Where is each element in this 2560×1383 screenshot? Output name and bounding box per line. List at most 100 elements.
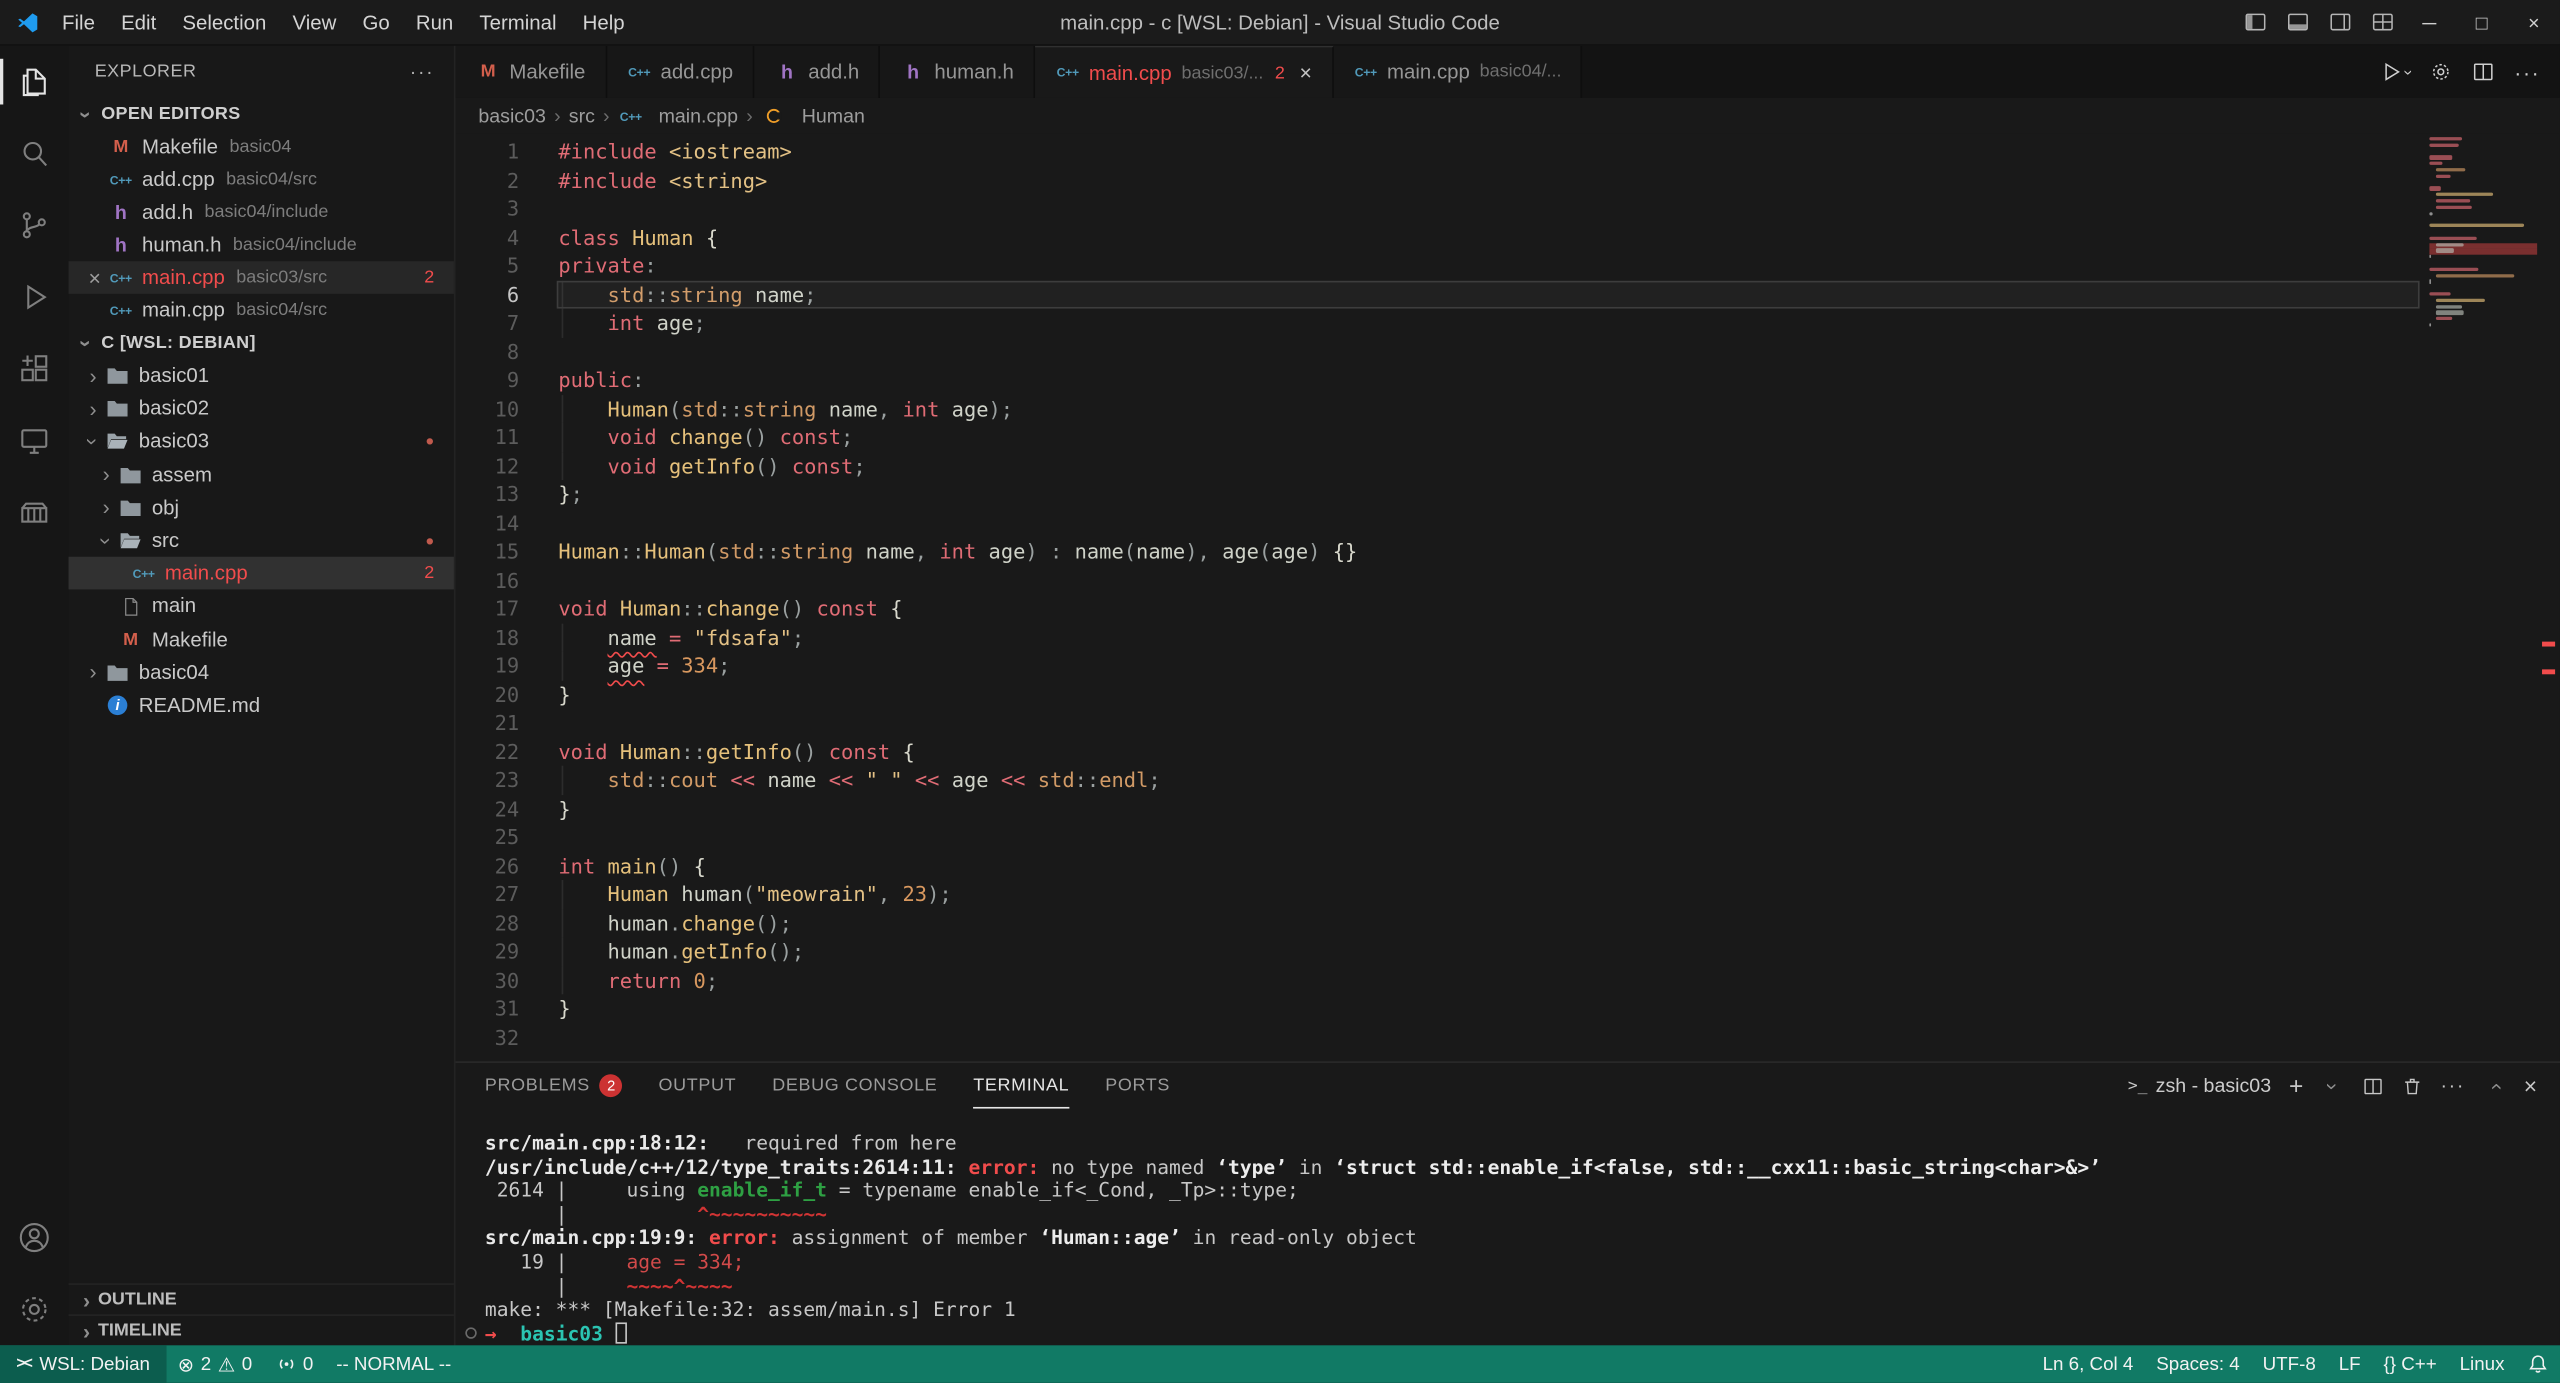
code-line-16[interactable]: 16	[456, 566, 2560, 595]
menubar-item-view[interactable]: View	[279, 0, 349, 45]
code-line-20[interactable]: 20}	[456, 680, 2560, 709]
menubar-item-selection[interactable]: Selection	[169, 0, 279, 45]
menubar-item-file[interactable]: File	[49, 0, 108, 45]
tree-item-src[interactable]: › src ●	[69, 524, 454, 557]
split-editor-icon[interactable]	[2472, 60, 2495, 83]
activitybar-containers[interactable]	[0, 477, 69, 549]
close-tab-icon[interactable]: ×	[1300, 60, 1312, 84]
activitybar-search[interactable]	[0, 118, 69, 190]
breadcrumb-basic03[interactable]: basic03	[478, 104, 546, 127]
panel-tab-terminal[interactable]: TERMINAL	[973, 1063, 1070, 1109]
code-line-2[interactable]: 2 #include <string>	[456, 166, 2560, 195]
panel-tab-output[interactable]: OUTPUT	[659, 1063, 737, 1109]
open-editor-item[interactable]: C++ main.cpp basic04/src	[69, 294, 454, 327]
notifications-bell-icon[interactable]	[2516, 1345, 2560, 1383]
code-line-4[interactable]: 4 class Human {	[456, 223, 2560, 252]
kill-terminal-icon[interactable]	[2401, 1075, 2422, 1096]
editor-tab-add.cpp[interactable]: C++ add.cpp	[606, 45, 755, 98]
activitybar-remote-explorer[interactable]	[0, 405, 69, 477]
toggle-sidebar-icon[interactable]	[2233, 0, 2275, 44]
activitybar-extensions[interactable]	[0, 333, 69, 405]
code-line-31[interactable]: 31}	[456, 994, 2560, 1023]
run-file-button[interactable]: ›	[2380, 60, 2416, 83]
code-line-7[interactable]: 7 int age;	[456, 308, 2560, 338]
tree-item-basic01[interactable]: › basic01	[69, 359, 454, 392]
minimap[interactable]	[2429, 137, 2538, 382]
remote-indicator[interactable]: >< WSL: Debian	[0, 1345, 167, 1383]
activitybar-source-control[interactable]	[0, 189, 69, 261]
outline-section[interactable]: › OUTLINE	[68, 1283, 454, 1314]
terminal-output[interactable]: src/main.cpp:18:12: required from here/u…	[456, 1109, 2560, 1346]
minimize-button[interactable]: ─	[2403, 0, 2455, 44]
activitybar-account[interactable]	[0, 1202, 69, 1274]
statusbar-language-mode[interactable]: {} C++	[2372, 1345, 2448, 1383]
toggle-secondary-sidebar-icon[interactable]	[2318, 0, 2360, 44]
code-line-5[interactable]: 5 private:	[456, 251, 2560, 280]
code-line-27[interactable]: 27 Human human("meowrain", 23);	[456, 879, 2560, 909]
code-line-24[interactable]: 24}	[456, 794, 2560, 823]
code-line-17[interactable]: 17 void Human::change() const {	[456, 594, 2560, 623]
explorer-more-actions-icon[interactable]: ···	[410, 60, 434, 83]
tree-item-assem[interactable]: › assem	[69, 458, 454, 491]
code-line-23[interactable]: 23 std::cout << name << " " << age << st…	[456, 765, 2560, 795]
run-dropdown-chevron-icon[interactable]: ›	[2398, 69, 2416, 74]
code-line-13[interactable]: 13};	[456, 480, 2560, 509]
menubar-item-help[interactable]: Help	[570, 0, 638, 45]
statusbar-cursor-position[interactable]: Ln 6, Col 4	[2031, 1345, 2145, 1383]
close-button[interactable]: ×	[2508, 0, 2560, 44]
open-editor-item[interactable]: M Makefile basic04	[69, 131, 454, 164]
tree-item-Makefile[interactable]: M Makefile	[69, 623, 454, 656]
menubar-item-edit[interactable]: Edit	[108, 0, 169, 45]
tree-item-obj[interactable]: › obj	[69, 491, 454, 524]
breadcrumb-main.cpp[interactable]: C++ main.cpp	[618, 104, 738, 127]
tree-item-basic04[interactable]: › basic04	[69, 656, 454, 689]
tree-item-README.md[interactable]: i README.md	[69, 689, 454, 722]
command-decoration-icon[interactable]	[465, 1326, 477, 1339]
close-editor-icon[interactable]: ×	[82, 265, 108, 289]
breadcrumb-src[interactable]: src	[569, 104, 595, 127]
maximize-button[interactable]: □	[2456, 0, 2508, 44]
code-line-11[interactable]: 11 void change() const;	[456, 422, 2560, 452]
code-line-29[interactable]: 29 human.getInfo();	[456, 937, 2560, 966]
split-terminal-icon[interactable]	[2362, 1075, 2383, 1096]
activitybar-run-debug[interactable]	[0, 261, 69, 333]
editor-settings-icon[interactable]	[2429, 60, 2452, 83]
toggle-panel-icon[interactable]	[2276, 0, 2318, 44]
code-line-15[interactable]: 15 Human::Human(std::string name, int age…	[456, 537, 2560, 566]
code-line-6[interactable]: 6 std::string name;	[456, 279, 2560, 309]
breadcrumb-Human[interactable]: Human	[761, 104, 865, 127]
open-editors-header[interactable]: › OPEN EDITORS	[69, 98, 454, 131]
code-line-9[interactable]: 9 public:	[456, 366, 2560, 395]
close-panel-icon[interactable]: ×	[2524, 1073, 2537, 1099]
maximize-panel-icon[interactable]: ›	[2482, 1074, 2506, 1097]
panel-tab-debug-console[interactable]: DEBUG CONSOLE	[772, 1063, 937, 1109]
code-line-10[interactable]: 10 Human(std::string name, int age);	[456, 394, 2560, 423]
code-line-32[interactable]: 32	[456, 1023, 2560, 1052]
terminal-instance-selector[interactable]: >_ zsh - basic03	[2128, 1074, 2271, 1097]
customize-layout-icon[interactable]	[2361, 0, 2403, 44]
editor-tab-main.cpp[interactable]: C++ main.cpp basic04/...	[1333, 45, 1583, 98]
editor-tab-Makefile[interactable]: M Makefile	[455, 45, 607, 98]
code-line-3[interactable]: 3	[456, 194, 2560, 223]
menubar-item-terminal[interactable]: Terminal	[466, 0, 569, 45]
code-line-22[interactable]: 22 void Human::getInfo() const {	[456, 737, 2560, 766]
statusbar-cpp-configuration[interactable]: Linux	[2448, 1345, 2516, 1383]
vim-mode-indicator[interactable]: -- NORMAL --	[325, 1345, 463, 1383]
editor-more-actions-icon[interactable]: ···	[2514, 60, 2540, 84]
code-line-19[interactable]: 19 age = 334;	[456, 651, 2560, 680]
code-line-14[interactable]: 14	[456, 509, 2560, 538]
code-line-26[interactable]: 26 int main() {	[456, 851, 2560, 880]
tree-item-main[interactable]: main	[69, 590, 454, 623]
code-line-21[interactable]: 21	[456, 709, 2560, 738]
panel-tab-problems[interactable]: PROBLEMS 2	[485, 1063, 623, 1109]
statusbar-eol[interactable]: LF	[2327, 1345, 2372, 1383]
editor-tab-human.h[interactable]: h human.h	[880, 45, 1036, 98]
open-editor-item[interactable]: h human.h basic04/include	[69, 229, 454, 262]
tree-item-basic02[interactable]: › basic02	[69, 392, 454, 425]
tree-item-basic03[interactable]: › basic03 ●	[69, 425, 454, 458]
tree-item-main.cpp[interactable]: C++ main.cpp 2	[68, 556, 454, 590]
code-line-25[interactable]: 25	[456, 823, 2560, 852]
editor-tab-add.h[interactable]: h add.h	[754, 45, 881, 98]
activitybar-explorer[interactable]	[0, 46, 69, 118]
code-line-28[interactable]: 28 human.change();	[456, 908, 2560, 938]
